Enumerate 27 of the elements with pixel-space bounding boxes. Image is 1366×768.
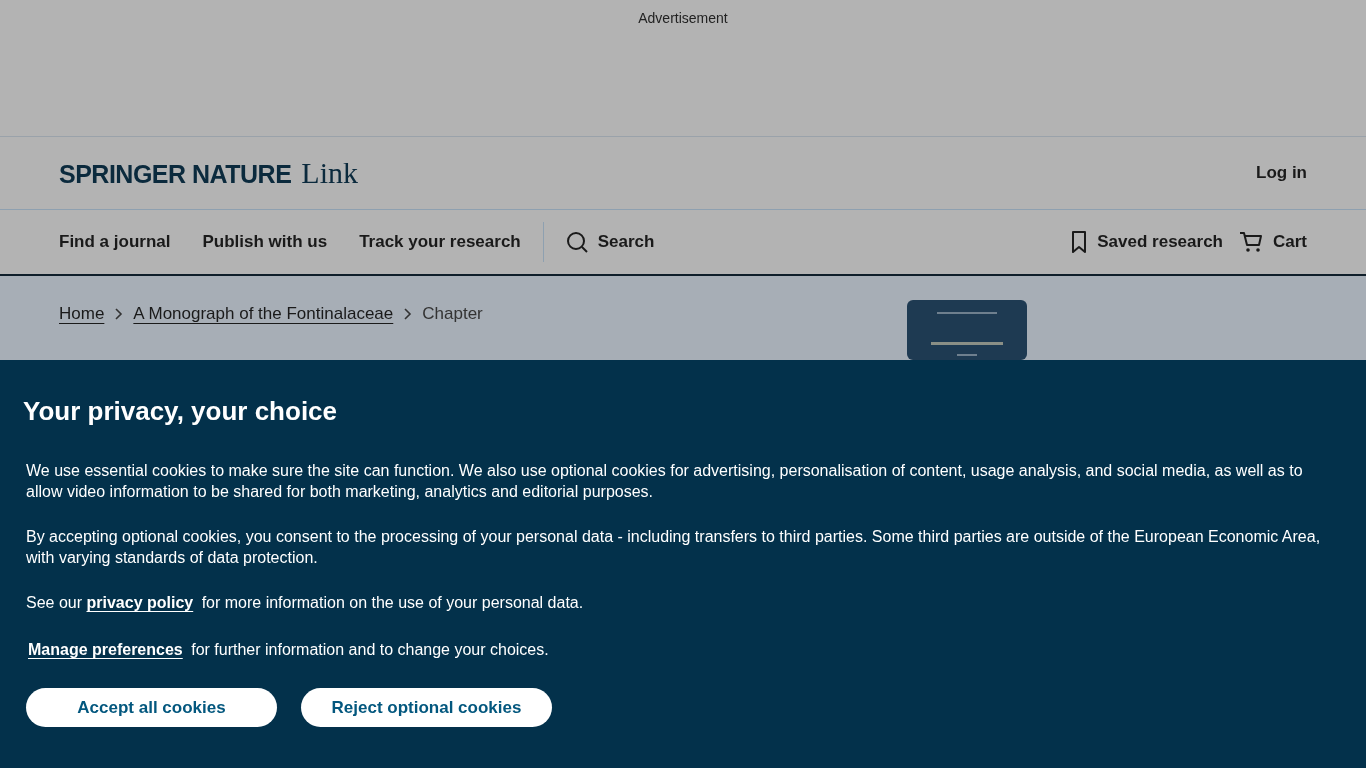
login-link[interactable]: Log in: [1256, 163, 1307, 184]
search-link[interactable]: Search: [565, 231, 655, 254]
search-icon: [565, 231, 588, 254]
advertisement-label: Advertisement: [638, 10, 728, 26]
chevron-icon: [403, 308, 413, 320]
cart-icon: [1239, 231, 1263, 254]
logo-brand[interactable]: SPRINGER NATURE: [59, 160, 292, 190]
banner-paragraph: See our privacy policy for more information on the use of your personal data.: [26, 593, 585, 613]
saved-research-link[interactable]: Saved research: [1071, 231, 1223, 254]
banner-paragraph: Manage preferences for further information and to change your choices.: [27, 640, 550, 660]
breadcrumb-current: Chapter: [422, 304, 483, 324]
nav-link[interactable]: Track your research: [359, 232, 521, 253]
nav-link[interactable]: Find a journal: [59, 232, 171, 253]
manage-preferences-link[interactable]: Manage preferences: [28, 641, 183, 658]
banner-title: Your privacy, your choice: [23, 396, 339, 427]
breadcrumb-link[interactable]: A Monograph of the Fontinalaceae: [133, 304, 394, 324]
cart-link[interactable]: Cart: [1239, 231, 1307, 254]
banner-paragraph: By accepting optional cookies, you consent to the processing of your personal data - including transfers to third parties. Some third parties are outside of the European Economic Area, with varying standards of data protection.: [26, 527, 1322, 568]
privacy-policy-link[interactable]: privacy policy: [86, 594, 194, 611]
nav-link[interactable]: Publish with us: [202, 232, 328, 253]
chevron-icon: [114, 308, 124, 320]
banner-paragraph: We use essential cookies to make sure the site can function. We also use optional cookies for advertising, personalisation of content, usage analysis, and social media, as well as to allow video information to be shared for both marketing, analytics and editorial purposes.: [26, 461, 1304, 502]
cookie-button[interactable]: Reject optional cookies: [301, 688, 552, 727]
cookie-button[interactable]: Accept all cookies: [26, 688, 277, 727]
logo-product[interactable]: Link: [301, 156, 358, 191]
breadcrumb-link[interactable]: Home: [59, 304, 105, 324]
bookmark-icon: [1071, 231, 1088, 254]
